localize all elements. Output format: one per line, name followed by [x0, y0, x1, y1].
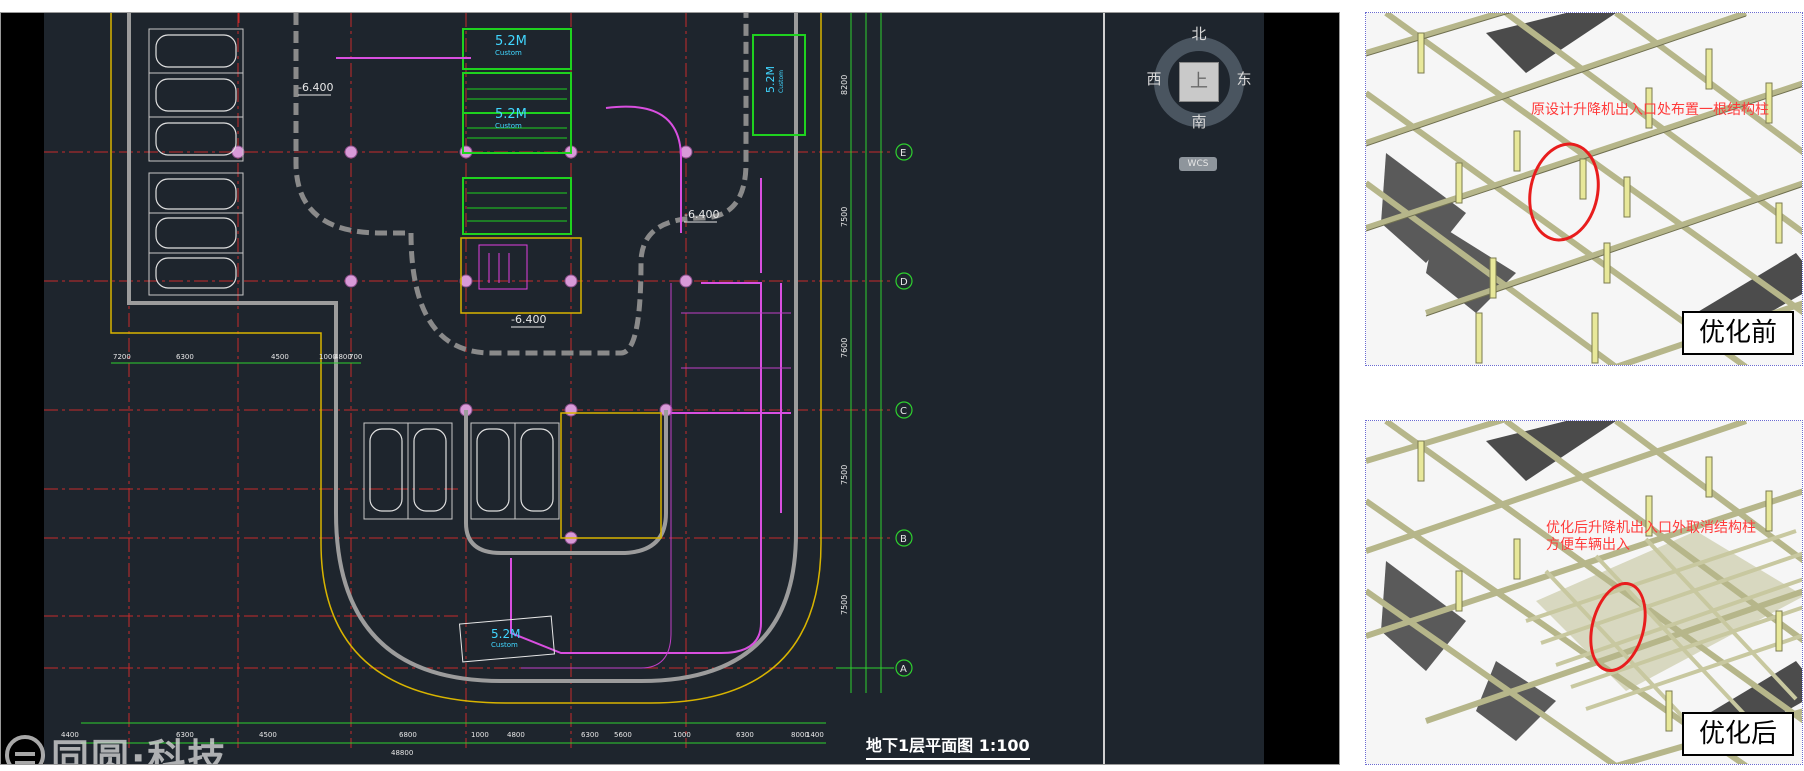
axis-label-C: C	[900, 406, 907, 417]
dimension-text: 7600	[840, 338, 849, 358]
wcs-button[interactable]: WCS	[1179, 157, 1217, 171]
model-before-caption: 优化前	[1682, 311, 1794, 355]
elevation-label: -6.400	[298, 81, 333, 94]
watermark-text: 同圆·科技	[51, 736, 228, 765]
dimension-text: 5600	[614, 731, 632, 739]
dimension-text: 1000	[673, 731, 691, 739]
dimension-text: 700	[349, 353, 362, 361]
elevation-label: -6.400	[511, 313, 546, 326]
lift-badge-height: 5.2M	[495, 34, 527, 49]
dimension-text: 7500	[840, 207, 849, 227]
dimension-text: 6300	[736, 731, 754, 739]
dimension-text: 7500	[840, 595, 849, 615]
axis-label-A: A	[900, 664, 907, 675]
lift-badge-type: Custom	[495, 122, 522, 130]
watermark: 同圆·科技	[5, 727, 228, 765]
dimension-text: 7200	[113, 353, 131, 361]
model-before-panel: 原设计升降机出入口处布置一根结构柱 优化前	[1365, 12, 1803, 366]
compass-west-label: 西	[1146, 70, 1162, 88]
dimension-text: 6300	[581, 731, 599, 739]
compass-east-label: 东	[1236, 70, 1252, 88]
dimension-text: 4500	[271, 353, 289, 361]
lift-badge-height: 5.2M	[491, 627, 520, 641]
dimension-text: 1400	[806, 731, 824, 739]
model-after-panel: 优化后升降机出入口外取消结构柱 方便车辆出入 优化后	[1365, 420, 1803, 765]
model-after-caption: 优化后	[1682, 712, 1794, 756]
model-after-annotation-line1: 优化后升降机出入口外取消结构柱	[1546, 520, 1756, 536]
lift-badge-height: 5.2M	[764, 66, 777, 93]
lift-badge-type: Custom	[491, 641, 518, 649]
dimension-text: 7500	[840, 465, 849, 485]
axis-label-E: E	[900, 148, 906, 159]
axis-label-B: B	[900, 534, 907, 545]
dimension-text: 1000	[471, 731, 489, 739]
cad-drawing-canvas[interactable]: E D C B A 8200 7500 7600 7500 7500 7200 …	[1, 13, 1340, 765]
compass-north-label: 北	[1191, 25, 1207, 43]
view-cube-top-button[interactable]: 上	[1179, 62, 1219, 102]
lift-badge-type: Custom	[495, 49, 522, 57]
dimension-text: 6800	[399, 731, 417, 739]
dimension-text: 8200	[840, 75, 849, 95]
model-before-annotation: 原设计升降机出入口处布置一根结构柱	[1531, 102, 1769, 118]
elevation-label: -6.400	[684, 208, 719, 221]
axis-label-D: D	[900, 277, 908, 288]
compass-south-label: 南	[1191, 113, 1207, 131]
dimension-total-text: 48800	[391, 749, 413, 757]
lift-badge-height: 5.2M	[495, 107, 527, 122]
dimension-text: 6300	[176, 353, 194, 361]
drawing-title: 地下1层平面图 1:100	[866, 732, 1030, 760]
model-after-annotation-line2: 方便车辆出入	[1546, 537, 1630, 553]
lift-badge-type: Custom	[778, 70, 785, 93]
dimension-text: 4800	[507, 731, 525, 739]
cad-floor-plan-panel: E D C B A 8200 7500 7600 7500 7500 7200 …	[0, 12, 1340, 765]
dimension-text: 4500	[259, 731, 277, 739]
watermark-logo-icon	[5, 734, 45, 764]
